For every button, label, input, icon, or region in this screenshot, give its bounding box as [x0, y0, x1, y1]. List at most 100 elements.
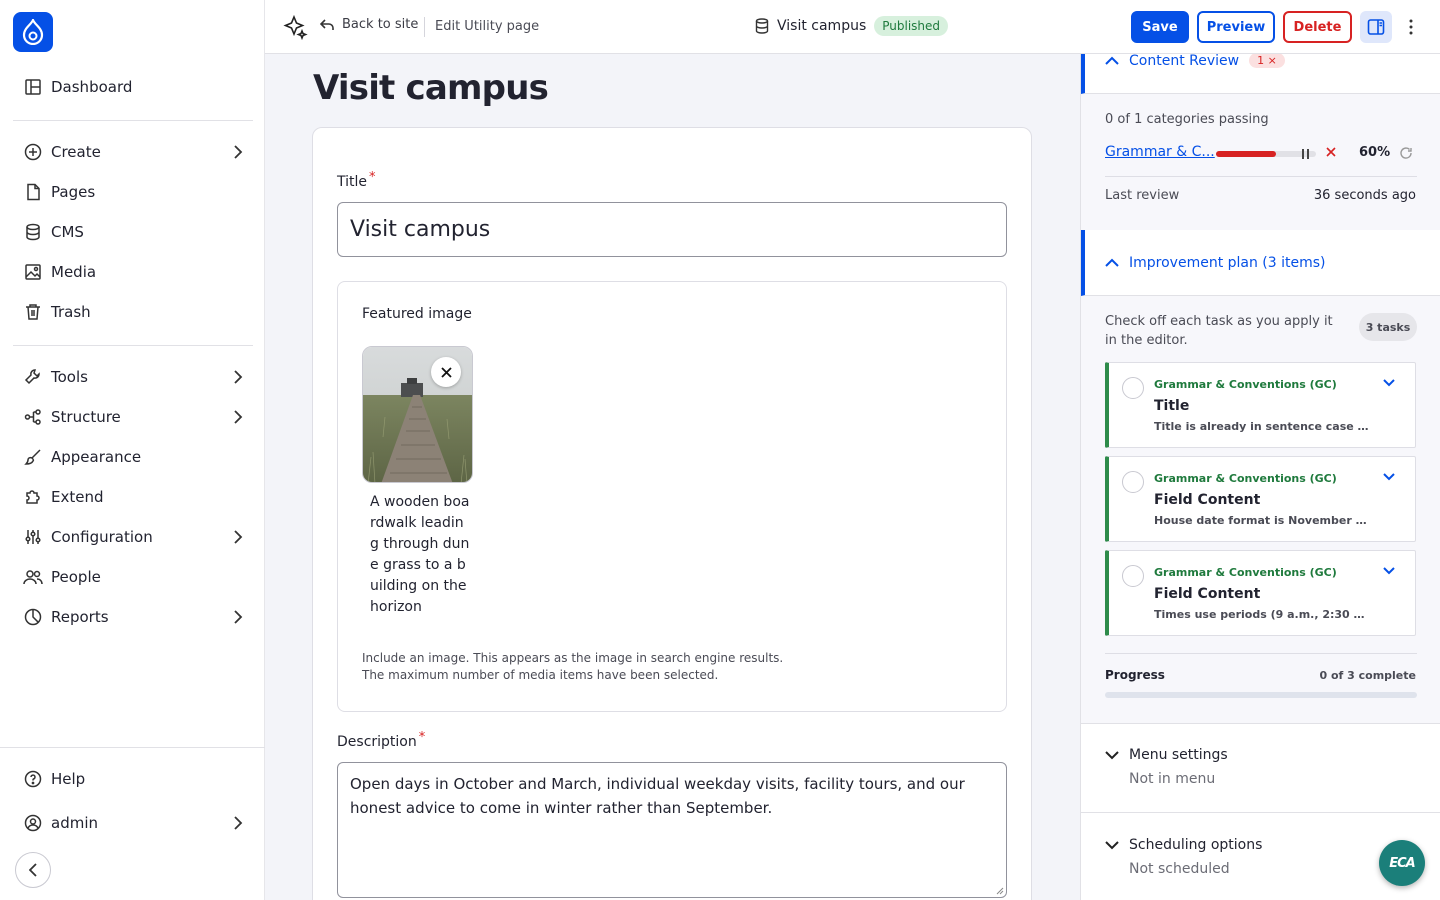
refresh-icon[interactable]: [1399, 146, 1413, 160]
description-textarea[interactable]: Open days in October and March, individu…: [337, 762, 1007, 898]
task-card[interactable]: Grammar & Conventions (GC) Field Content…: [1105, 456, 1416, 542]
sidebar-item-tools[interactable]: Tools: [13, 357, 253, 397]
title-input[interactable]: Visit campus: [337, 202, 1007, 257]
last-review-label: Last review: [1105, 188, 1180, 203]
trash-icon: [23, 302, 43, 322]
content-review-title: Content Review: [1129, 54, 1240, 69]
score-bar-fill: [1216, 151, 1276, 157]
description-field-label: Description *: [337, 730, 425, 750]
sidebar-item-label: Structure: [51, 408, 121, 426]
menu-settings-value: Not in menu: [1129, 771, 1216, 787]
title-field-label: Title *: [337, 170, 376, 190]
description-label-text: Description: [337, 734, 417, 750]
document-title-bar: Visit campus Published: [755, 16, 949, 36]
fail-x-icon: [1326, 147, 1336, 157]
sidebar-item-media[interactable]: Media: [13, 252, 253, 292]
sidebar-item-label: admin: [51, 814, 98, 832]
media-help-line: Include an image. This appears as the im…: [362, 651, 784, 665]
drupal-logo-icon[interactable]: [13, 12, 53, 52]
back-to-site-link[interactable]: Back to site: [320, 17, 418, 32]
sidebar-item-user[interactable]: admin: [13, 803, 253, 843]
task-checkbox[interactable]: [1122, 471, 1144, 493]
progress-value: 0 of 3 complete: [1319, 669, 1416, 682]
sidebar-item-label: Extend: [51, 488, 104, 506]
delete-button[interactable]: Delete: [1283, 11, 1352, 43]
sidebar-item-label: Create: [51, 143, 101, 161]
improvement-plan-toggle[interactable]: Improvement plan (3 items): [1081, 230, 1440, 296]
sidebar-item-pages[interactable]: Pages: [13, 172, 253, 212]
toolbar-divider: [424, 17, 425, 37]
image-icon: [23, 262, 43, 282]
task-checkbox[interactable]: [1122, 565, 1144, 587]
editor-main: Visit campus Title * Visit campus Feature…: [265, 54, 1080, 900]
collapse-sidebar-button[interactable]: [15, 852, 51, 888]
eca-logo-icon: ECA: [1389, 855, 1416, 871]
progress-label: Progress: [1105, 668, 1165, 682]
toggle-sidebar-panel-button[interactable]: [1360, 11, 1392, 43]
sidebar-item-label: Help: [51, 770, 86, 788]
task-title: Field Content: [1154, 492, 1261, 508]
sidebar-item-trash[interactable]: Trash: [13, 292, 253, 332]
title-label-text: Title: [337, 174, 368, 190]
sidebar-item-configuration[interactable]: Configuration: [13, 517, 253, 557]
chevron-right-icon: [233, 369, 243, 385]
menu-settings-section[interactable]: Menu settings Not in menu: [1081, 723, 1440, 813]
sidebar-item-dashboard[interactable]: Dashboard: [13, 67, 253, 107]
more-options-button[interactable]: [1401, 15, 1421, 39]
sidebar-item-label: Dashboard: [51, 78, 133, 96]
sidebar-item-label: Configuration: [51, 528, 153, 546]
sliders-icon: [23, 527, 43, 547]
sidebar-item-extend[interactable]: Extend: [13, 477, 253, 517]
resize-handle-icon[interactable]: [996, 887, 1004, 895]
content-review-toggle[interactable]: Content Review 1 ×: [1081, 54, 1440, 94]
eca-assistant-button[interactable]: ECA: [1379, 840, 1425, 886]
save-button[interactable]: Save: [1131, 11, 1189, 43]
sparkle-icon[interactable]: [282, 14, 308, 40]
user-icon: [23, 813, 43, 833]
task-summary: Title is already in sentence case and r.…: [1154, 420, 1369, 433]
remove-image-button[interactable]: [431, 357, 461, 387]
task-checkbox[interactable]: [1122, 377, 1144, 399]
sidebar-item-label: CMS: [51, 223, 84, 241]
chevron-right-icon: [233, 529, 243, 545]
sidebar-divider: [0, 747, 265, 748]
sidebar-item-cms[interactable]: CMS: [13, 212, 253, 252]
scheduling-value: Not scheduled: [1129, 861, 1230, 877]
back-to-site-label: Back to site: [342, 17, 419, 32]
sidebar-item-label: Trash: [51, 303, 91, 321]
score-threshold-marker: [1302, 149, 1304, 159]
preview-button[interactable]: Preview: [1197, 11, 1275, 43]
sidebar-item-people[interactable]: People: [13, 557, 253, 597]
grammar-category-link[interactable]: Grammar & C...: [1105, 144, 1215, 160]
chevron-down-icon[interactable]: [1383, 567, 1395, 575]
plus-circle-icon: [23, 142, 43, 162]
sidebar-item-appearance[interactable]: Appearance: [13, 437, 253, 477]
review-summary: 0 of 1 categories passing: [1105, 112, 1269, 127]
improvement-plan-title: Improvement plan (3 items): [1129, 254, 1326, 271]
puzzle-icon: [23, 487, 43, 507]
featured-image-help: Include an image. This appears as the im…: [362, 650, 783, 684]
sidebar-item-structure[interactable]: Structure: [13, 397, 253, 437]
sidebar-item-help[interactable]: Help: [13, 759, 253, 799]
sidebar-item-label: Tools: [51, 368, 88, 386]
task-card[interactable]: Grammar & Conventions (GC) Title Title i…: [1105, 362, 1416, 448]
score-percent: 60%: [1359, 145, 1391, 160]
sidebar-item-label: Pages: [51, 183, 96, 201]
task-summary: Times use periods (9 a.m., 2:30 p.m.) ..…: [1154, 608, 1369, 621]
sidebar-item-create[interactable]: Create: [13, 132, 253, 172]
chevron-down-icon: [1105, 841, 1119, 850]
sidebar-item-label: People: [51, 568, 101, 586]
sidebar-item-label: Media: [51, 263, 97, 281]
chevron-down-icon: [1105, 751, 1119, 760]
sidebar-divider: [13, 345, 253, 346]
chevron-down-icon[interactable]: [1383, 379, 1395, 387]
task-card[interactable]: Grammar & Conventions (GC) Field Content…: [1105, 550, 1416, 636]
status-badge: Published: [874, 16, 949, 36]
chevron-down-icon[interactable]: [1383, 473, 1395, 481]
error-count-badge: 1 ×: [1249, 54, 1285, 68]
top-toolbar: Back to site Edit Utility page Visit cam…: [265, 0, 1440, 54]
chevron-up-icon: [1105, 56, 1129, 65]
task-count-badge: 3 tasks: [1359, 313, 1417, 341]
sidebar-item-reports[interactable]: Reports: [13, 597, 253, 637]
people-icon: [23, 567, 43, 587]
